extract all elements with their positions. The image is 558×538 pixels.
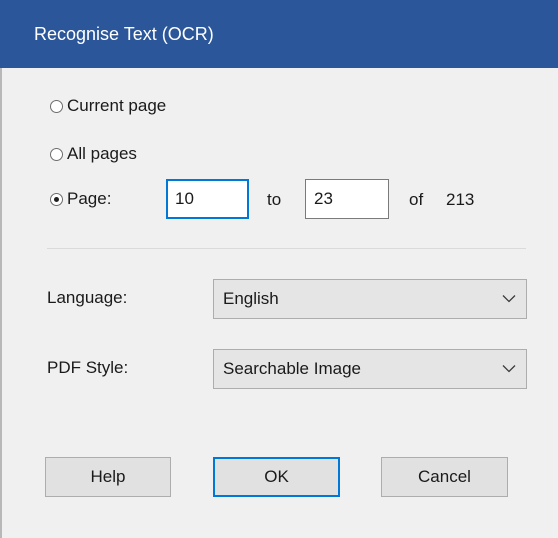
dialog-left-border xyxy=(0,68,2,538)
radio-circle-selected[interactable] xyxy=(50,192,63,206)
radio-label-page: Page: xyxy=(67,189,112,208)
chevron-down-icon[interactable] xyxy=(502,291,516,305)
radio-all-pages[interactable]: All pages xyxy=(48,144,137,164)
pdf-style-label: PDF Style: xyxy=(47,358,129,377)
pdf-style-select[interactable]: Searchable Image xyxy=(213,349,527,389)
language-select[interactable]: English xyxy=(213,279,527,319)
ocr-dialog: Recognise Text (OCR) Current page All pa… xyxy=(0,0,558,538)
help-button[interactable]: Help xyxy=(45,457,171,497)
chevron-down-icon[interactable] xyxy=(502,361,516,375)
ok-button[interactable]: OK xyxy=(213,457,340,497)
dialog-title-bar[interactable]: Recognise Text (OCR) xyxy=(0,0,558,68)
radio-circle[interactable] xyxy=(50,147,63,161)
to-label: to xyxy=(267,190,282,209)
radio-page-range[interactable]: Page: xyxy=(48,189,111,209)
pdf-style-selected-value: Searchable Image xyxy=(223,359,361,378)
radio-label-all-pages: All pages xyxy=(67,144,137,163)
radio-current-page[interactable]: Current page xyxy=(48,96,166,116)
language-selected-value: English xyxy=(223,289,279,308)
cancel-button[interactable]: Cancel xyxy=(381,457,508,497)
radio-circle[interactable] xyxy=(50,99,63,113)
language-label: Language: xyxy=(47,288,128,307)
page-to-input[interactable]: 23 xyxy=(305,179,389,219)
dialog-title: Recognise Text (OCR) xyxy=(34,23,214,44)
radio-label-current-page: Current page xyxy=(67,96,167,115)
total-pages-count: 213 xyxy=(446,190,475,209)
page-from-input[interactable]: 10 xyxy=(166,179,249,219)
section-divider xyxy=(47,248,526,249)
of-label: of xyxy=(409,190,424,209)
